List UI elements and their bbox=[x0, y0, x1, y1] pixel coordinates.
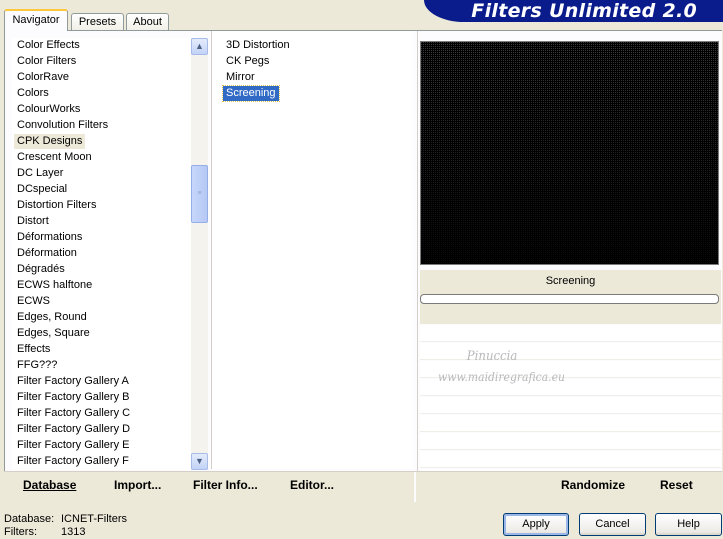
cancel-button[interactable]: Cancel bbox=[579, 513, 646, 536]
filters-count-label: Filters: bbox=[4, 526, 37, 538]
category-item[interactable]: ColorRave bbox=[14, 70, 72, 85]
tab-about[interactable]: About bbox=[126, 13, 169, 31]
parameter-row bbox=[420, 451, 721, 468]
watermark-name: Pinuccia bbox=[466, 349, 518, 364]
preview-filter-name: Screening bbox=[545, 275, 596, 287]
category-item[interactable]: Edges, Square bbox=[14, 326, 93, 341]
watermark-url: www.maidiregrafica.eu bbox=[438, 370, 565, 384]
category-item[interactable]: Colors bbox=[14, 86, 52, 101]
category-item[interactable]: DC Layer bbox=[14, 166, 66, 181]
preview-column: Screening Pinuccia www.maidiregrafica.eu bbox=[417, 31, 722, 499]
category-item[interactable]: DCspecial bbox=[14, 182, 70, 197]
preview-info-bar: Screening bbox=[420, 270, 721, 324]
scroll-down-icon[interactable]: ▼ bbox=[191, 453, 208, 470]
preview-image bbox=[420, 41, 719, 265]
parameter-row bbox=[420, 325, 721, 342]
category-item[interactable]: ECWS halftone bbox=[14, 278, 95, 293]
database-value: ICNET-Filters bbox=[61, 513, 127, 525]
category-item[interactable]: Filter Factory Gallery C bbox=[14, 406, 133, 421]
filter-list[interactable]: 3D Distortion CK Pegs Mirror Screening bbox=[211, 31, 413, 469]
action-link-bar: Database Import... Filter Info... Editor… bbox=[4, 471, 722, 502]
category-item[interactable]: Filter Factory Gallery B bbox=[14, 390, 132, 405]
database-link-label: Database bbox=[23, 478, 77, 492]
apply-button[interactable]: Apply bbox=[503, 513, 569, 536]
filter-item[interactable]: 3D Distortion bbox=[223, 38, 293, 53]
category-item[interactable]: Distort bbox=[14, 214, 52, 229]
category-item[interactable]: Distortion Filters bbox=[14, 198, 99, 213]
category-item[interactable]: Filter Factory Gallery D bbox=[14, 422, 133, 437]
tab-presets[interactable]: Presets bbox=[71, 13, 124, 31]
category-item[interactable]: Effects bbox=[14, 342, 53, 357]
category-item[interactable]: ColourWorks bbox=[14, 102, 83, 117]
scroll-thumb[interactable]: ≡ bbox=[191, 165, 208, 223]
category-item[interactable]: Filter Factory Gallery F bbox=[14, 454, 132, 469]
filter-item-selected[interactable]: Screening bbox=[222, 85, 280, 102]
parameter-row bbox=[420, 397, 721, 414]
category-item[interactable]: Edges, Round bbox=[14, 310, 90, 325]
category-list[interactable]: Color Effects Color Filters ColorRave Co… bbox=[12, 38, 193, 470]
help-button[interactable]: Help bbox=[655, 513, 722, 536]
category-item[interactable]: Déformations bbox=[14, 230, 85, 245]
scroll-up-icon[interactable]: ▲ bbox=[191, 38, 208, 55]
category-item-selected[interactable]: CPK Designs bbox=[14, 134, 86, 149]
category-item[interactable]: Color Filters bbox=[14, 54, 79, 69]
database-label: Database: bbox=[4, 513, 55, 525]
link-bar-divider bbox=[414, 472, 416, 502]
import-link[interactable]: Import... bbox=[114, 478, 161, 492]
database-link[interactable]: Database bbox=[23, 478, 76, 492]
parameter-row bbox=[420, 415, 721, 432]
filters-count-value: 1313 bbox=[61, 526, 86, 538]
navigator-panel: Color Effects Color Filters ColorRave Co… bbox=[4, 30, 722, 500]
category-item[interactable]: Convolution Filters bbox=[14, 118, 111, 133]
category-item[interactable]: Color Effects bbox=[14, 38, 83, 53]
category-scrollbar[interactable]: ▲ ≡ ▼ bbox=[191, 38, 208, 470]
database-info: Database: ICNET-Filters Filters: 1313 bbox=[4, 513, 127, 539]
editor-link[interactable]: Editor... bbox=[290, 478, 334, 492]
watermark: Pinuccia www.maidiregrafica.eu bbox=[438, 347, 582, 387]
category-item[interactable]: Filter Factory Gallery A bbox=[14, 374, 132, 389]
category-item[interactable]: Dégradés bbox=[14, 262, 68, 277]
filter-info-link[interactable]: Filter Info... bbox=[193, 478, 258, 492]
randomize-link[interactable]: Randomize bbox=[561, 478, 625, 492]
app-title-banner: Filters Unlimited 2.0 bbox=[424, 0, 723, 22]
parameter-row bbox=[420, 433, 721, 450]
tab-navigator[interactable]: Navigator bbox=[4, 9, 68, 31]
filter-item[interactable]: Mirror bbox=[223, 70, 258, 85]
category-item[interactable]: ECWS bbox=[14, 294, 53, 309]
category-item[interactable]: FFG??? bbox=[14, 358, 60, 373]
reset-link[interactable]: Reset bbox=[660, 478, 693, 492]
category-item[interactable]: Déformation bbox=[14, 246, 80, 261]
progress-bar bbox=[420, 294, 719, 304]
category-item[interactable]: Crescent Moon bbox=[14, 150, 95, 165]
category-item[interactable]: Filter Factory Gallery E bbox=[14, 438, 132, 453]
filter-item[interactable]: CK Pegs bbox=[223, 54, 272, 69]
